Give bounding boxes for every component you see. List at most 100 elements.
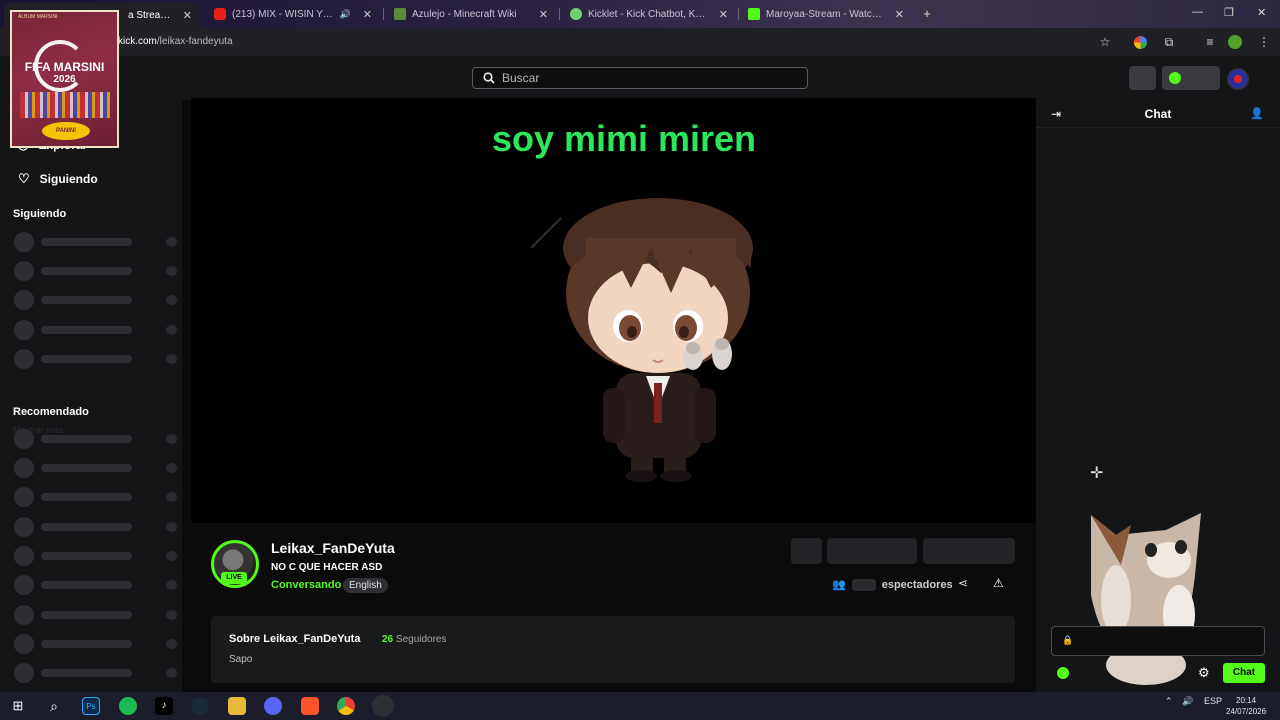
kicks-balance-button[interactable] [1162, 66, 1220, 90]
tab-label: (213) MIX - WISIN Y YANDE [232, 8, 334, 20]
tray-chevron-icon[interactable]: ⌃ [1165, 696, 1173, 707]
chat-title: Chat [1144, 107, 1172, 121]
skeleton-channel-row [14, 517, 180, 537]
brave-app-icon[interactable] [301, 697, 319, 715]
channel-bio: Sapo [229, 654, 253, 665]
tab-label: Kicklet - Kick Chatbot, Kick Wi [588, 8, 707, 20]
tab-divider [738, 8, 739, 20]
viewers-icon: 👥 [832, 579, 846, 591]
followers-label: Seguidores [395, 634, 447, 645]
browser-tab-strip: a Stream - Wat ✕ (213) MIX - WISIN Y YAN… [0, 0, 1280, 28]
windows-start-icon[interactable]: ⊞ [9, 697, 27, 715]
tab-youtube-mix[interactable]: (213) MIX - WISIN Y YANDE 🔊 ✕ [206, 3, 380, 25]
subscribe-button[interactable] [923, 538, 1015, 564]
stream-category-link[interactable]: Conversando [271, 579, 341, 591]
skeleton-channel-row [14, 290, 180, 310]
minecraft-favicon-icon [394, 8, 406, 20]
following-heading: Siguiendo [13, 208, 67, 220]
skeleton-channel-row [14, 575, 180, 595]
kicks-coin-icon [1169, 72, 1181, 84]
url-domain: kick.com [118, 36, 157, 47]
stream-title: NO C QUE HACER ASD [271, 562, 383, 573]
media-control-icon[interactable]: ≡ [1202, 34, 1218, 50]
search-input[interactable]: Buscar [472, 67, 808, 89]
followers-number: 26 [382, 634, 394, 645]
tab-label: Maroyaa-Stream - Watch Live n [766, 8, 883, 20]
maximize-icon[interactable]: ❐ [1224, 6, 1234, 19]
steam-app-icon[interactable] [191, 697, 209, 715]
heart-icon: ♡ [18, 171, 30, 186]
close-tab-icon[interactable]: ✕ [533, 8, 548, 21]
sticker-title: FIFA MARSINI [24, 60, 105, 74]
profile-icon[interactable] [1228, 35, 1242, 49]
sticker-brand: PANINI [42, 122, 90, 140]
clock-date: 24/07/2026 [1226, 707, 1267, 716]
chrome-app-icon[interactable] [337, 697, 355, 715]
followers-count: 26 Seguidores [382, 634, 447, 645]
address-bar: kick.com/leikax-fandeyuta ☆ ⧉ ≡ ⋮ [0, 28, 1280, 56]
live-badge: LIVE [221, 572, 247, 584]
discord-app-icon[interactable] [264, 697, 282, 715]
file-explorer-icon[interactable] [228, 697, 246, 715]
viewers-label: espectadores [881, 578, 953, 591]
chat-send-button[interactable]: Chat [1223, 663, 1265, 683]
skeleton-channel-row [14, 429, 180, 449]
channel-action-button[interactable] [791, 538, 822, 564]
tab-minecraft-wiki[interactable]: Azulejo - Minecraft Wiki ✕ [386, 3, 556, 25]
skeleton-channel-row [14, 605, 180, 625]
search-icon [483, 72, 495, 84]
minimize-icon[interactable]: — [1192, 6, 1203, 18]
nav-placeholder-button[interactable] [1129, 66, 1156, 90]
tab-kicklet[interactable]: Kicklet - Kick Chatbot, Kick Wi ✕ [562, 3, 736, 25]
tab-maroyaa-stream[interactable]: Maroyaa-Stream - Watch Live n ✕ [740, 3, 912, 25]
spotify-app-icon[interactable] [119, 697, 137, 715]
language-tag[interactable]: English [343, 578, 388, 593]
close-window-icon[interactable]: ✕ [1257, 6, 1266, 19]
windows-taskbar: ⊞ ⌕ Ps ♪ ⌃ 🔊 ESP 20:14 24/07/2026 [0, 692, 1280, 720]
new-tab-button[interactable]: + [918, 5, 936, 23]
follow-button[interactable] [827, 538, 917, 564]
obs-app-icon[interactable] [372, 695, 394, 717]
fifa-marsini-album-sticker: ÁLBUM MARSINI FIFA MARSINI 2026 PANINI [10, 10, 119, 148]
share-icon[interactable]: ⋖ [958, 576, 968, 590]
google-lens-icon[interactable] [1134, 36, 1147, 49]
close-tab-icon[interactable]: ✕ [889, 8, 904, 21]
clock[interactable]: 20:14 24/07/2026 [1226, 695, 1266, 717]
input-language[interactable]: ESP [1204, 696, 1222, 706]
sticker-top-text: ÁLBUM MARSINI [18, 14, 58, 20]
tiktok-app-icon[interactable]: ♪ [155, 697, 173, 715]
report-warning-icon[interactable]: ⚠ [993, 576, 1004, 590]
sidebar-item-following[interactable]: ♡ Siguiendo [18, 171, 98, 187]
close-tab-icon[interactable]: ✕ [357, 8, 372, 21]
sticker-flags-strip [20, 92, 110, 118]
tab-label: Azulejo - Minecraft Wiki [412, 8, 517, 20]
kick-favicon-icon [748, 8, 760, 20]
skeleton-channel-row [14, 663, 180, 683]
photoshop-app-icon[interactable]: Ps [82, 697, 100, 715]
browser-menu-icon[interactable]: ⋮ [1256, 34, 1272, 50]
tab-divider [559, 8, 560, 20]
viewer-count-placeholder [851, 578, 876, 591]
kick-page: Buscar ◎ Explorar ♡ Siguiendo Siguiendo … [0, 10, 1280, 692]
tab-label: a Stream - Wat [128, 10, 171, 21]
chat-settings-gear-icon[interactable]: ⚙ [1198, 665, 1210, 681]
skeleton-channel-row [14, 458, 180, 478]
close-tab-icon[interactable]: ✕ [177, 9, 192, 22]
bookmark-star-icon[interactable]: ☆ [1097, 34, 1113, 50]
chat-message-input[interactable]: 🔒 [1051, 626, 1265, 656]
crosshair-cursor-icon: ✛ [1090, 465, 1104, 482]
channel-name[interactable]: Leikax_FanDeYuta [271, 540, 395, 556]
chat-users-icon[interactable]: 👤 [1250, 107, 1264, 120]
extensions-icon[interactable]: ⧉ [1161, 34, 1177, 50]
lock-icon: 🔒 [1062, 635, 1074, 645]
video-player[interactable]: soy mimi miren [191, 98, 1036, 523]
chat-panel: ⇥ Chat 👤 ✛ 🔒 ⚙ Chat [1036, 100, 1280, 692]
search-placeholder: Buscar [502, 71, 540, 85]
close-tab-icon[interactable]: ✕ [713, 8, 728, 21]
url-field[interactable]: kick.com/leikax-fandeyuta [118, 36, 233, 47]
skeleton-channel-row [14, 261, 180, 281]
search-icon[interactable]: ⌕ [45, 697, 63, 715]
user-avatar[interactable] [1227, 68, 1249, 90]
volume-icon[interactable]: 🔊 [1182, 696, 1193, 707]
speaker-icon[interactable]: 🔊 [340, 9, 351, 20]
